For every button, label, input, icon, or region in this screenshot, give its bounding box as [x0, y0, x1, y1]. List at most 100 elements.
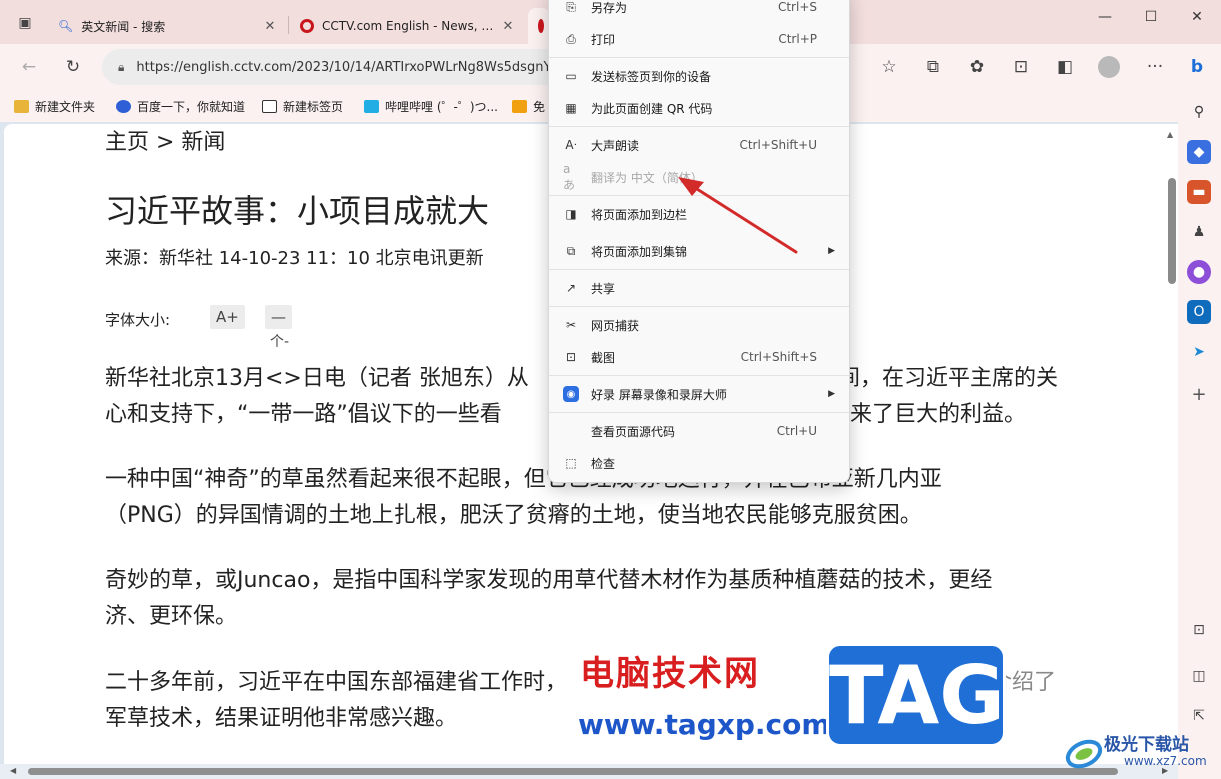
- menu-item-view-source[interactable]: 查看页面源代码 Ctrl+U: [555, 417, 845, 445]
- collections-icon[interactable]: ⧉: [918, 52, 948, 82]
- back-button[interactable]: ←: [14, 52, 44, 82]
- bookmark-new-folder[interactable]: 新建文件夹: [14, 96, 95, 116]
- watermark-jiguang-url: www.xz7.com: [1124, 754, 1207, 768]
- save-as-icon: ⎘: [566, 0, 576, 14]
- close-window-button[interactable]: ✕: [1174, 4, 1220, 30]
- send-icon[interactable]: ➤: [1187, 340, 1211, 364]
- sidebar-toggle-icon[interactable]: ◫: [1187, 664, 1211, 688]
- bookmark-label: 新建标签页: [283, 99, 344, 114]
- menu-item-print[interactable]: ⎙ 打印 Ctrl+P: [555, 25, 845, 53]
- article-headline: 习近平故事：小项目成就大: [105, 192, 490, 230]
- office-icon[interactable]: ●: [1187, 260, 1211, 284]
- lock-icon: 🔒︎: [118, 59, 125, 74]
- refresh-button[interactable]: ↻: [58, 52, 88, 82]
- tab-cctv[interactable]: CCTV.com English - News, Video ✕: [290, 8, 526, 44]
- menu-separator: [549, 412, 849, 413]
- minimize-button[interactable]: —: [1082, 4, 1128, 30]
- tab-separator: [288, 16, 289, 34]
- scroll-up-arrow-icon[interactable]: ▲: [1167, 130, 1173, 139]
- menu-item-add-to-collections[interactable]: ⧉ 将页面添加到集锦 ▶: [555, 237, 845, 265]
- bookmark-label: 哔哩哔哩 (゜-゜)つ...: [385, 99, 498, 114]
- games-icon[interactable]: ♟: [1187, 220, 1211, 244]
- search-icon[interactable]: ⚲: [1187, 100, 1211, 124]
- menu-item-send-tab[interactable]: ▭ 发送标签页到你的设备: [555, 62, 845, 90]
- close-icon[interactable]: ✕: [262, 19, 278, 34]
- recorder-icon: ◉: [563, 386, 579, 402]
- paragraph-1-line-1-tail: 间，在习近平主席的关: [838, 366, 1059, 391]
- copilot-icon[interactable]: b: [1182, 52, 1212, 82]
- paragraph-2-line-2: （PNG）的异国情调的土地上扎根，肥沃了贫瘠的土地，使当地农民能够克服贫困。: [105, 503, 922, 528]
- bookmark-baidu[interactable]: 百度一下，你就知道: [116, 96, 245, 116]
- chevron-right-icon: ▶: [828, 246, 835, 256]
- menu-separator: [549, 306, 849, 307]
- menu-separator: [549, 57, 849, 58]
- paragraph-4-line-1: 二十多年前，习近平在中国东部福建省工作时，: [105, 670, 568, 695]
- menu-separator: [549, 269, 849, 270]
- menu-item-translate[interactable]: aあ 翻译为 中文（简体）: [555, 161, 845, 192]
- watermark-tag-logo: TAG: [826, 643, 1006, 747]
- menu-item-add-to-sidebar[interactable]: ◨ 将页面添加到边栏: [555, 200, 845, 228]
- menu-item-screenshot[interactable]: ⊡ 截图 Ctrl+Shift+S: [555, 343, 845, 371]
- cctv-logo-icon: [300, 19, 314, 33]
- font-decrease-button[interactable]: —: [265, 305, 292, 329]
- edge-sidebar: ⚲ ◆ ▬ ♟ ● O ➤ + ⊡ ◫ ⇱: [1178, 90, 1221, 779]
- screenshot-icon[interactable]: ⊡: [1187, 618, 1211, 642]
- bookmark-new-tab[interactable]: 新建标签页: [262, 96, 343, 116]
- font-increase-button[interactable]: A+: [210, 305, 245, 329]
- horizontal-scrollbar[interactable]: ◀ ▶: [0, 764, 1178, 779]
- bookmark-label: 新建文件夹: [35, 99, 96, 114]
- bookmark-bilibili[interactable]: 哔哩哔哩 (゜-゜)つ...: [364, 96, 498, 116]
- maximize-button[interactable]: ☐: [1128, 4, 1174, 30]
- menu-item-web-capture[interactable]: ✂ 网页捕获: [555, 311, 845, 339]
- scroll-left-arrow-icon[interactable]: ◀: [10, 766, 16, 775]
- watermark-jiguang-name: 极光下载站: [1104, 735, 1189, 755]
- paragraph-4-line-2: 军草技术，结果证明他非常感兴趣。: [105, 706, 458, 731]
- folder-icon: [14, 99, 29, 113]
- paragraph-3-line-2: 济、更环保。: [105, 604, 238, 629]
- close-icon[interactable]: ✕: [500, 19, 516, 34]
- menu-item-qr-code[interactable]: ▦ 为此页面创建 QR 代码: [555, 94, 845, 122]
- open-external-icon[interactable]: ⇱: [1187, 704, 1211, 728]
- tab-search[interactable]: 🔍︎ 英文新闻 - 搜索 ✕: [48, 8, 288, 44]
- chevron-right-icon: ▶: [828, 389, 835, 399]
- menu-separator: [549, 126, 849, 127]
- menu-item-save-as[interactable]: ⎘ 另存为 Ctrl+S: [555, 0, 845, 21]
- toolbox-icon[interactable]: ▬: [1187, 180, 1211, 204]
- tag-icon[interactable]: ◆: [1187, 140, 1211, 164]
- address-bar[interactable]: 🔒︎ https://english.cctv.com/2023/10/14/A…: [102, 49, 562, 85]
- bookmark-label: 百度一下，你就知道: [137, 99, 246, 114]
- watermark-site-url: www.tagxp.com: [578, 708, 831, 741]
- paragraph-1-line-2-tail: 来了巨大的利益。: [850, 402, 1027, 427]
- tab-title: CCTV.com English - News, Video: [322, 19, 500, 33]
- play-icon: [512, 99, 527, 113]
- extensions-icon[interactable]: ✿: [962, 52, 992, 82]
- tab-actions-icon[interactable]: ▣: [10, 8, 40, 38]
- more-menu-icon[interactable]: ···: [1140, 52, 1170, 82]
- tab-active[interactable]: [528, 8, 550, 44]
- menu-item-inspect[interactable]: ⬚ 检查: [555, 449, 845, 477]
- search-icon: 🔍︎: [58, 19, 74, 33]
- menu-item-recorder[interactable]: ◉ 好录 屏幕录像和录屏大师 ▶: [555, 380, 845, 408]
- horizontal-scrollbar-thumb[interactable]: [28, 768, 1118, 775]
- watermark-jiguang: 极光下载站 www.xz7.com: [1064, 726, 1214, 776]
- web-capture-icon: ✂: [565, 318, 577, 332]
- bilibili-icon: [364, 99, 379, 113]
- favorite-star-icon[interactable]: ☆: [874, 52, 904, 82]
- profile-avatar[interactable]: [1094, 52, 1124, 82]
- read-aloud-icon: Aᐧ: [565, 138, 577, 152]
- split-screen-icon[interactable]: ◧: [1050, 52, 1080, 82]
- translate-icon: aあ: [563, 161, 576, 192]
- breadcrumb[interactable]: 主页 > 新闻: [105, 124, 225, 156]
- add-icon[interactable]: +: [1187, 383, 1211, 407]
- menu-item-read-aloud[interactable]: Aᐧ 大声朗读 Ctrl+Shift+U: [555, 131, 845, 159]
- vertical-scrollbar-thumb[interactable]: [1168, 178, 1176, 284]
- menu-item-share[interactable]: ↗ 共享: [555, 274, 845, 302]
- bookmark-free[interactable]: 免: [512, 96, 545, 116]
- paragraph-1-line-2: 心和支持下，“一带一路”倡议下的一些看: [105, 402, 502, 427]
- web-capture-icon[interactable]: ⊡: [1006, 52, 1036, 82]
- add-to-sidebar-icon: ◨: [565, 207, 577, 221]
- baidu-icon: [116, 99, 131, 113]
- send-to-device-icon: ▭: [565, 69, 577, 83]
- outlook-icon[interactable]: O: [1187, 300, 1211, 324]
- article-source: 来源：新华社 14-10-23 11：10 北京电讯更新: [105, 248, 484, 269]
